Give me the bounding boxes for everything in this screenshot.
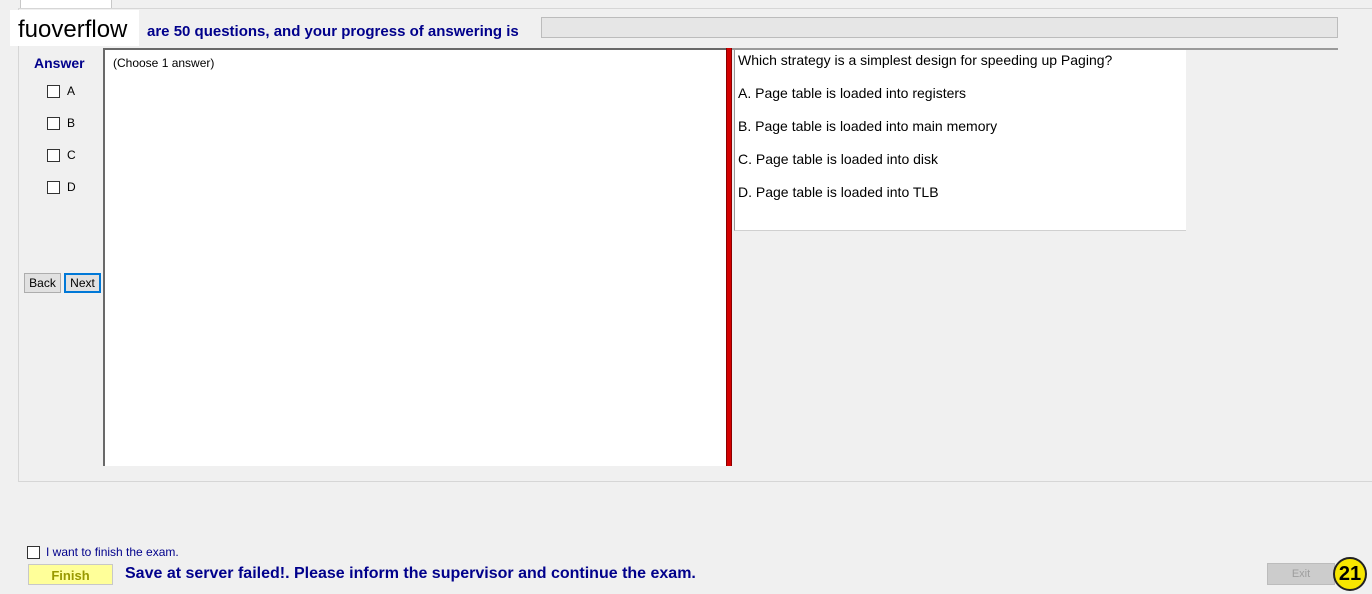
counter-badge: 21	[1333, 557, 1367, 591]
question-text: Which strategy is a simplest design for …	[738, 52, 1113, 68]
finish-button[interactable]: Finish	[28, 564, 113, 585]
checkbox-b[interactable]	[47, 116, 60, 130]
choose-instruction: (Choose 1 answer)	[113, 56, 215, 70]
progress-bar	[541, 17, 1338, 38]
finish-exam-checkbox[interactable]: I want to finish the exam.	[27, 545, 179, 559]
finish-checkbox[interactable]	[27, 545, 40, 559]
question-option-b: B. Page table is loaded into main memory	[738, 118, 998, 134]
answer-option-a[interactable]: A	[47, 84, 75, 98]
progress-text: are 50 questions, and your progress of a…	[147, 23, 519, 40]
question-option-c: C. Page table is loaded into disk	[738, 151, 939, 167]
answer-content-area[interactable]: (Choose 1 answer)	[103, 48, 727, 466]
watermark-logo: fuoverflow	[10, 10, 140, 46]
status-message: Save at server failed!. Please inform th…	[125, 565, 696, 582]
answer-option-c[interactable]: C	[47, 148, 76, 162]
exit-button[interactable]: Exit	[1267, 563, 1335, 585]
checkbox-a[interactable]	[47, 84, 60, 98]
answer-option-label: A	[67, 84, 76, 98]
checkbox-c[interactable]	[47, 148, 60, 162]
answer-option-label: D	[67, 180, 76, 194]
finish-checkbox-label: I want to finish the exam.	[46, 545, 179, 559]
next-button[interactable]: Next	[64, 273, 101, 293]
question-option-a: A. Page table is loaded into registers	[738, 85, 967, 101]
answer-label: Answer	[34, 55, 85, 71]
question-box: Which strategy is a simplest design for …	[734, 50, 1186, 231]
answer-option-label: B	[67, 116, 76, 130]
checkbox-d[interactable]	[47, 180, 60, 194]
answer-option-d[interactable]: D	[47, 180, 76, 194]
answer-option-label: C	[67, 148, 76, 162]
back-button[interactable]: Back	[24, 273, 61, 293]
answer-option-b[interactable]: B	[47, 116, 75, 130]
question-option-d: D. Page table is loaded into TLB	[738, 184, 939, 200]
